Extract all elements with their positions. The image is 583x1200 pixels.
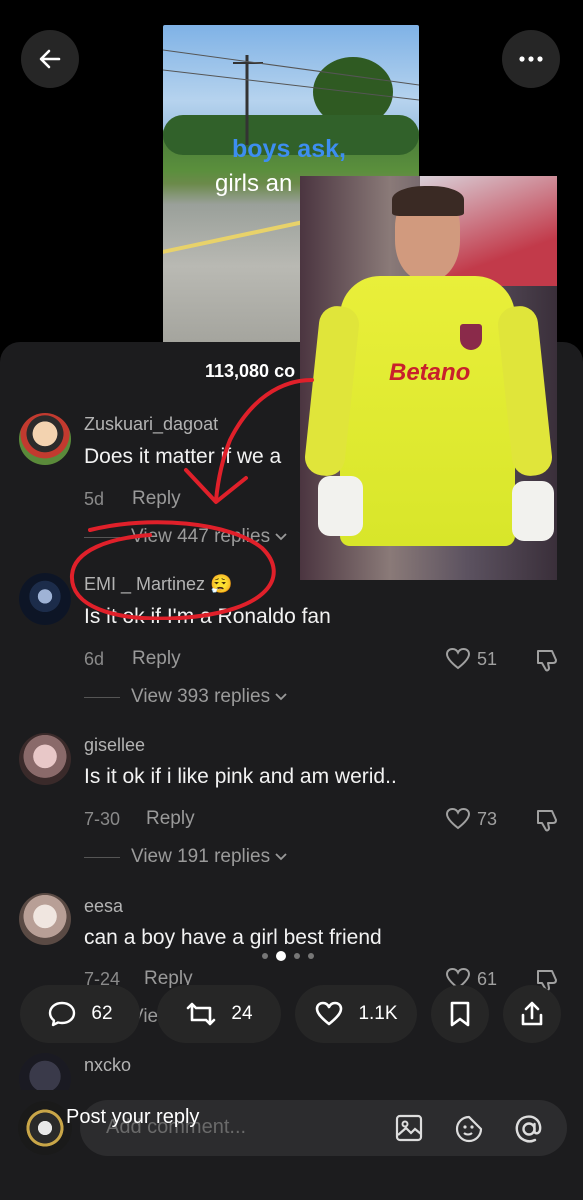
repost-icon [187, 1002, 216, 1026]
like-post-button[interactable]: 1.1K [295, 985, 417, 1043]
like-button[interactable]: 73 [445, 807, 497, 831]
comment-username[interactable]: gisellee [84, 735, 145, 756]
view-replies-button[interactable]: View 393 replies [131, 686, 288, 708]
comment-icon [49, 1001, 76, 1027]
mention-icon[interactable] [512, 1112, 546, 1146]
like-button[interactable]: 51 [445, 647, 497, 671]
comment-text: can a boy have a girl best friend [84, 926, 382, 949]
comment-age: 7-30 [84, 809, 121, 829]
chevron-down-icon [275, 853, 287, 861]
image-icon[interactable] [394, 1113, 424, 1143]
reply-button[interactable]: Reply [132, 648, 181, 670]
post-reply-overlay-text: Post your reply [66, 1106, 200, 1128]
comment-username[interactable]: nxcko [84, 1055, 131, 1076]
dislike-icon[interactable] [534, 807, 560, 833]
divider [84, 857, 120, 858]
view-replies-label: View 191 replies [131, 846, 271, 867]
heart-icon [316, 1001, 343, 1026]
comment-text: Is it ok if i like pink and am werid.. [84, 765, 397, 788]
reposts-count: 24 [231, 1003, 253, 1024]
chevron-down-icon [275, 693, 287, 701]
comments-button[interactable]: 62 [20, 985, 140, 1043]
avatar[interactable] [19, 893, 71, 945]
likes-count: 1.1K [358, 1003, 398, 1024]
comment-username[interactable]: eesa [84, 896, 123, 917]
bookmark-button[interactable] [431, 985, 489, 1043]
comments-count: 62 [91, 1003, 113, 1024]
view-replies-label: View 393 replies [131, 686, 271, 707]
avatar[interactable] [19, 733, 71, 785]
view-replies-button[interactable]: View 191 replies [131, 846, 288, 868]
divider [84, 697, 120, 698]
repost-button[interactable]: 24 [157, 985, 281, 1043]
dislike-icon[interactable] [534, 647, 560, 673]
heart-icon [445, 807, 471, 830]
emoji-icon[interactable] [453, 1113, 485, 1145]
user-avatar[interactable] [18, 1101, 72, 1155]
red-annotation [69, 378, 314, 620]
like-count: 51 [477, 648, 498, 669]
heart-icon [445, 647, 471, 670]
share-icon [521, 1001, 543, 1026]
page-indicator [262, 951, 314, 961]
reply-button[interactable]: Reply [146, 808, 195, 830]
bookmark-icon [450, 1001, 470, 1027]
comment-age: 6d [84, 649, 105, 669]
like-count: 61 [477, 968, 498, 989]
like-count: 73 [477, 808, 498, 829]
share-button[interactable] [503, 985, 561, 1043]
